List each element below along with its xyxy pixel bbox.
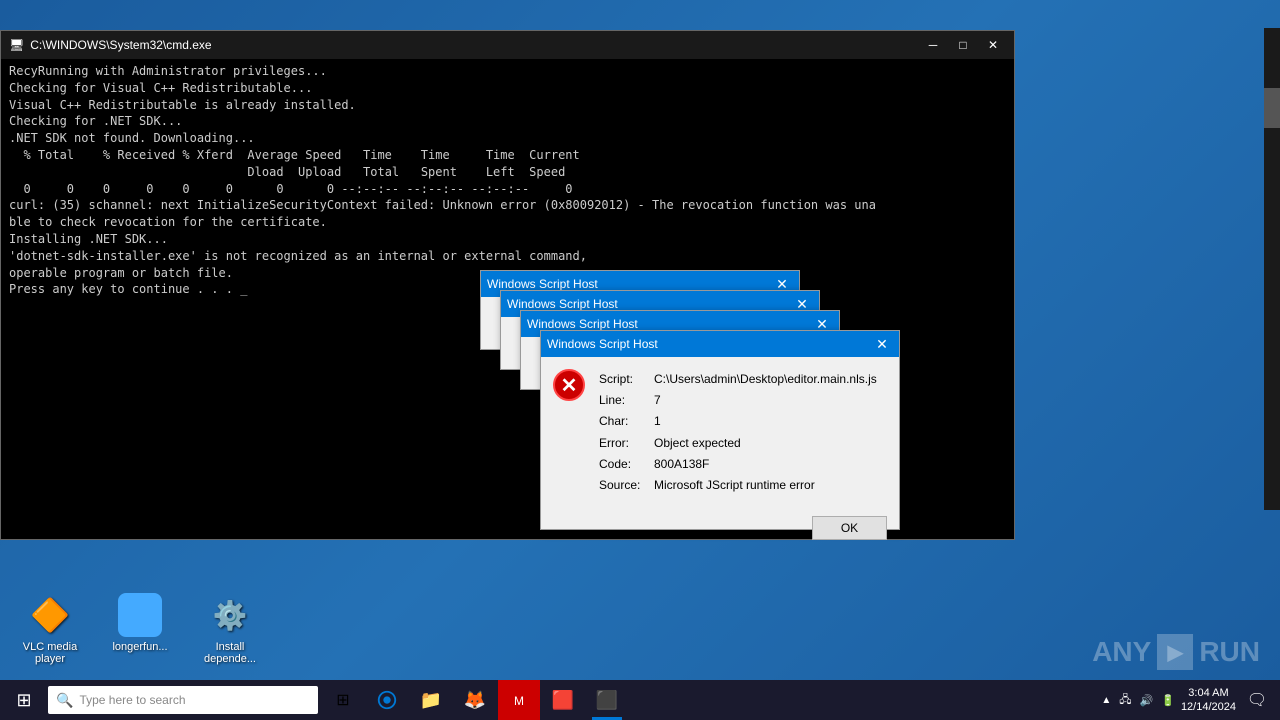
- error-error-value: Object expected: [650, 433, 881, 454]
- svg-text:M: M: [514, 694, 524, 708]
- wsh-ok-button[interactable]: OK: [812, 516, 887, 540]
- taskbar-app-app5[interactable]: M: [498, 680, 540, 720]
- wsh-dialog-4-title: Windows Script Host: [547, 337, 658, 351]
- longerfun-icon: [118, 593, 162, 637]
- cmd-text: RecyRunning with Administrator privilege…: [9, 63, 1006, 298]
- error-line-row: Line: 7: [595, 390, 881, 411]
- error-source-label: Source:: [595, 475, 650, 496]
- tray-battery-icon: 🔋: [1161, 694, 1175, 707]
- desktop: 🖥 C:\WINDOWS\System32\cmd.exe ─ □ ✕ Recy…: [0, 0, 1280, 720]
- error-source-value: Microsoft JScript runtime error: [650, 475, 881, 496]
- cmd-title-text: C:\WINDOWS\System32\cmd.exe: [30, 38, 211, 52]
- error-line-value: 7: [650, 390, 881, 411]
- desktop-icon-install-deps[interactable]: ⚙️ Install depende...: [195, 593, 265, 665]
- cmd-minimize-button[interactable]: ─: [920, 35, 946, 55]
- tray-network-icon: 🖧: [1119, 691, 1131, 710]
- desktop-icon-vlc[interactable]: 🔶 VLC media player: [15, 593, 85, 665]
- cmd-close-button[interactable]: ✕: [980, 35, 1006, 55]
- cmd-maximize-button[interactable]: □: [950, 35, 976, 55]
- taskbar-app-explorer[interactable]: 📁: [410, 680, 452, 720]
- install-deps-icon: ⚙️: [208, 593, 252, 637]
- error-code-label: Code:: [595, 454, 650, 475]
- longerfun-label: longerfun...: [112, 641, 167, 653]
- error-icon: ✕: [553, 369, 585, 401]
- cmd-window-controls: ─ □ ✕: [920, 35, 1006, 55]
- search-placeholder: Type here to search: [79, 693, 185, 707]
- wsh-dialog-4-body: ✕ Script: C:\Users\admin\Desktop\editor.…: [541, 357, 899, 508]
- cmd-scrollbar-thumb[interactable]: [1264, 88, 1280, 128]
- error-error-label: Error:: [595, 433, 650, 454]
- clock-time: 3:04 AM: [1188, 686, 1228, 700]
- clock-date: 12/14/2024: [1181, 700, 1236, 714]
- error-details: Script: C:\Users\admin\Desktop\editor.ma…: [595, 369, 881, 496]
- cmd-titlebar: 🖥 C:\WINDOWS\System32\cmd.exe ─ □ ✕: [1, 31, 1014, 59]
- error-line-label: Line:: [595, 390, 650, 411]
- wsh-dialog-4-close[interactable]: ✕: [871, 334, 893, 354]
- notification-button[interactable]: 🗨: [1242, 680, 1272, 720]
- cmd-icon: 🖥: [9, 38, 24, 52]
- wsh-dialog-3-title: Windows Script Host: [527, 317, 638, 331]
- taskbar-app-app6[interactable]: 🟥: [542, 680, 584, 720]
- anyrun-play-icon: ▶: [1157, 634, 1193, 670]
- clock[interactable]: 3:04 AM 12/14/2024: [1181, 686, 1236, 715]
- desktop-icon-longerfun[interactable]: longerfun...: [105, 593, 175, 665]
- wsh-dialog-4-footer: OK: [541, 508, 899, 548]
- cmd-title: 🖥 C:\WINDOWS\System32\cmd.exe: [9, 38, 212, 52]
- install-deps-label: Install depende...: [195, 641, 265, 665]
- wsh-dialog-4-titlebar: Windows Script Host ✕: [541, 331, 899, 357]
- tray-arrow[interactable]: ▲: [1101, 695, 1111, 706]
- error-script-row: Script: C:\Users\admin\Desktop\editor.ma…: [595, 369, 881, 390]
- anyrun-run-text: RUN: [1199, 636, 1260, 668]
- sys-tray: ▲ 🖧 🔊 🔋: [1101, 691, 1175, 710]
- taskbar-app-taskview[interactable]: ⊞: [322, 680, 364, 720]
- taskbar-app-edge[interactable]: [366, 680, 408, 720]
- error-table: Script: C:\Users\admin\Desktop\editor.ma…: [595, 369, 881, 496]
- error-char-value: 1: [650, 411, 881, 432]
- error-code-value: 800A138F: [650, 454, 881, 475]
- error-script-value: C:\Users\admin\Desktop\editor.main.nls.j…: [650, 369, 881, 390]
- error-script-label: Script:: [595, 369, 650, 390]
- error-code-row: Code: 800A138F: [595, 454, 881, 475]
- tray-volume-icon: 🔊: [1140, 694, 1154, 707]
- taskbar: ⊞ 🔍 Type here to search ⊞ 📁 🦊 M 🟥 ⬛ ▲ 🖧 …: [0, 680, 1280, 720]
- vlc-label: VLC media player: [15, 641, 85, 665]
- taskbar-app-terminal[interactable]: ⬛: [586, 680, 628, 720]
- anyrun-watermark: ANY ▶ RUN: [1092, 634, 1260, 670]
- taskbar-apps: ⊞ 📁 🦊 M 🟥 ⬛: [322, 680, 628, 720]
- search-icon: 🔍: [56, 692, 73, 709]
- error-source-row: Source: Microsoft JScript runtime error: [595, 475, 881, 496]
- wsh-dialog-4: Windows Script Host ✕ ✕ Script: C:\Users…: [540, 330, 900, 530]
- wsh-dialog-2-title: Windows Script Host: [507, 297, 618, 311]
- taskbar-right: ▲ 🖧 🔊 🔋 3:04 AM 12/14/2024 🗨: [1101, 680, 1280, 720]
- error-char-label: Char:: [595, 411, 650, 432]
- vlc-icon: 🔶: [28, 593, 72, 637]
- error-char-row: Char: 1: [595, 411, 881, 432]
- cmd-scrollbar[interactable]: [1264, 28, 1280, 510]
- error-error-row: Error: Object expected: [595, 433, 881, 454]
- bottom-desktop-icons: 🔶 VLC media player longerfun... ⚙️ Insta…: [0, 583, 280, 675]
- search-bar[interactable]: 🔍 Type here to search: [48, 686, 318, 714]
- anyrun-text: ANY: [1092, 636, 1151, 668]
- taskbar-app-firefox[interactable]: 🦊: [454, 680, 496, 720]
- wsh-dialog-1-title: Windows Script Host: [487, 277, 598, 291]
- start-button[interactable]: ⊞: [0, 680, 48, 720]
